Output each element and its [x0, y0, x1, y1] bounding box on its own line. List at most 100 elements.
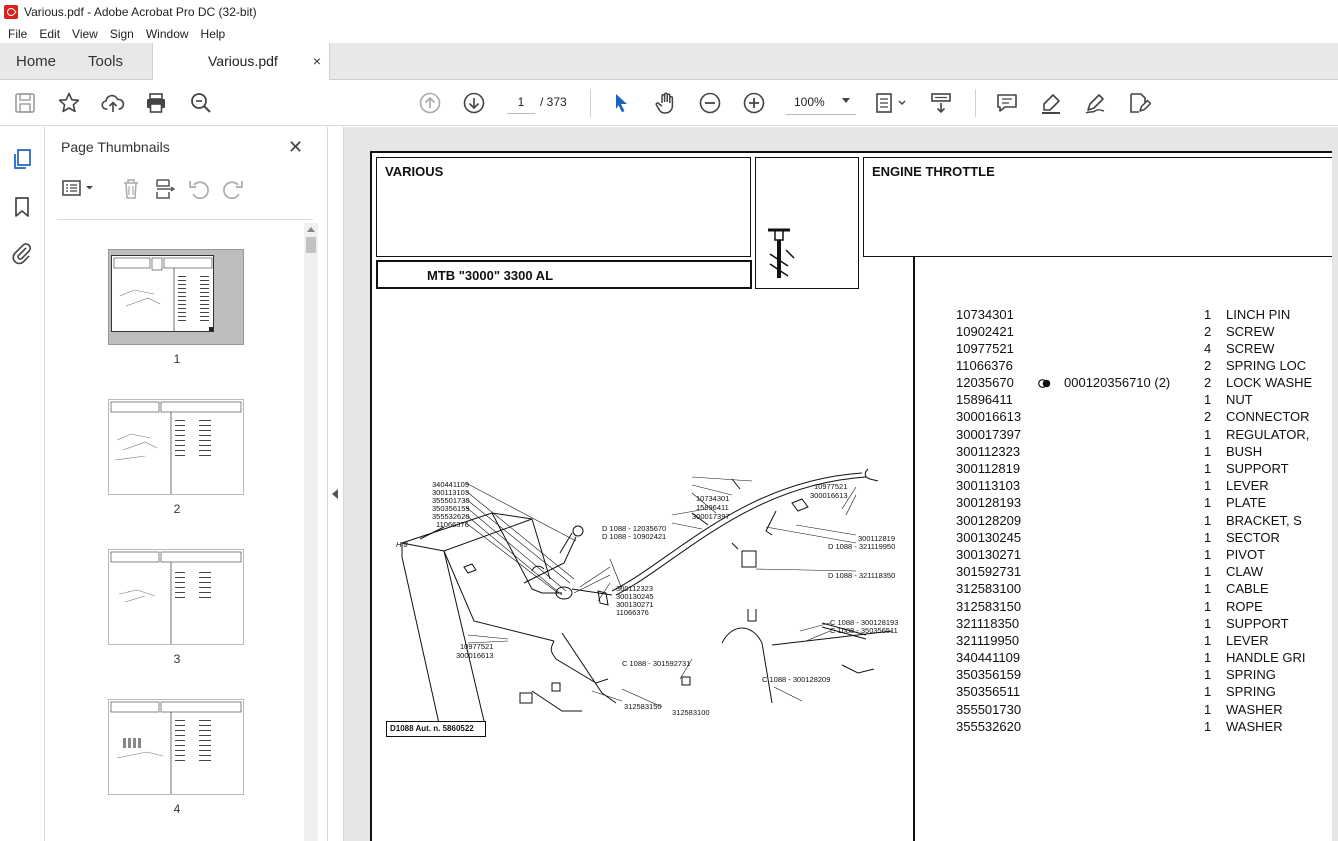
- upload-icon[interactable]: [101, 91, 125, 115]
- tab-home[interactable]: Home: [16, 43, 56, 80]
- toolbar: [0, 80, 1338, 126]
- part-qty: 1: [1204, 307, 1212, 322]
- search-zoom-icon[interactable]: [189, 91, 213, 115]
- part-desc: ROPE: [1226, 599, 1263, 614]
- part-number: 12035670: [956, 375, 1014, 390]
- scroll-mode-icon[interactable]: [929, 91, 953, 115]
- rotate-left-icon[interactable]: [187, 177, 211, 201]
- tab-tools[interactable]: Tools: [88, 43, 123, 80]
- attachment-icon[interactable]: [10, 241, 34, 265]
- part-number: 300017397: [956, 427, 1022, 442]
- thumbnail-page-4[interactable]: 4: [108, 699, 244, 816]
- pdf-page: VARIOUS MTB "3000" 3300 AL ENGINE THROTT…: [370, 151, 1338, 841]
- callout: 300017397: [692, 512, 730, 521]
- zoom-dropdown[interactable]: 100%: [786, 89, 856, 115]
- callout: D 1088 - 321119950: [828, 542, 895, 551]
- thumbnail-page-3[interactable]: 3: [108, 549, 244, 666]
- callout-labels: 340441109 300113103 355501730 350356159 …: [396, 480, 898, 717]
- part-desc: SECTOR: [1226, 530, 1280, 545]
- panel-splitter[interactable]: [328, 127, 344, 841]
- print-icon[interactable]: [144, 91, 168, 115]
- part-number: 312583100: [956, 581, 1022, 596]
- options-menu-icon[interactable]: [61, 177, 97, 201]
- cursor-icon[interactable]: [609, 91, 633, 115]
- fill-sign-icon[interactable]: [1127, 91, 1152, 115]
- menu-file[interactable]: File: [0, 27, 33, 41]
- part-qty: 1: [1204, 461, 1212, 476]
- hand-icon[interactable]: [654, 91, 678, 115]
- bookmark-icon[interactable]: [10, 195, 34, 219]
- zoom-out-icon[interactable]: [698, 91, 722, 115]
- menu-help[interactable]: Help: [195, 27, 232, 41]
- thumbnail-sketch: [110, 551, 242, 644]
- scroll-up-icon[interactable]: [307, 227, 315, 232]
- callout: C 1088 - 300128209: [762, 675, 830, 684]
- callout: 300016613: [810, 491, 848, 500]
- part-desc: SUPPORT: [1226, 461, 1289, 476]
- part-qty: 2: [1204, 324, 1212, 339]
- arrow-up-circle-icon[interactable]: [418, 91, 442, 115]
- highlight-icon[interactable]: [1039, 91, 1063, 115]
- part-number: 350356159: [956, 667, 1022, 682]
- thumbnail-label: 3: [173, 652, 181, 666]
- title-box: ENGINE THROTTLE: [863, 157, 1338, 257]
- page-fit-icon[interactable]: [874, 91, 908, 115]
- pen-icon[interactable]: [1083, 91, 1107, 115]
- column-divider: [913, 257, 915, 841]
- menu-bar: File Edit View Sign Window Help: [0, 24, 1338, 43]
- part-desc: BUSH: [1226, 444, 1263, 459]
- callout: 15896411: [696, 503, 729, 512]
- thumbnail-label: 2: [173, 502, 181, 516]
- page-thumbnails-icon[interactable]: [10, 147, 34, 171]
- arrow-down-circle-icon[interactable]: [462, 91, 486, 115]
- part-qty: 1: [1204, 719, 1212, 734]
- thumbnail-preview: [109, 700, 243, 794]
- panel-title: Page Thumbnails: [61, 139, 170, 155]
- part-desc: HANDLE GRI: [1226, 650, 1306, 665]
- thumbnail-page-2[interactable]: 2: [108, 399, 244, 516]
- part-number: 300112819: [956, 461, 1021, 476]
- rotate-right-icon[interactable]: [221, 177, 245, 201]
- throttle-symbol-icon: [768, 228, 795, 278]
- menu-edit[interactable]: Edit: [33, 27, 66, 41]
- thumbnail-sketch: [110, 401, 242, 494]
- part-number: 10977521: [956, 341, 1014, 356]
- part-desc: CONNECTOR: [1226, 409, 1310, 424]
- callout: 10977521: [460, 642, 493, 651]
- callout: 11066376: [616, 608, 649, 617]
- save-icon[interactable]: [13, 91, 37, 115]
- thumbnail-sketch: [110, 701, 242, 794]
- tab-document[interactable]: Various.pdf ×: [152, 43, 330, 80]
- document-scrollbar[interactable]: [1332, 127, 1338, 841]
- close-icon[interactable]: ✕: [288, 137, 303, 158]
- part-number: 340441109: [956, 650, 1021, 665]
- acrobat-logo-icon: [4, 5, 18, 19]
- delete-icon[interactable]: [119, 177, 143, 201]
- part-desc: BRACKET, S: [1226, 513, 1302, 528]
- part-qty: 1: [1204, 513, 1212, 528]
- extract-pages-icon[interactable]: [153, 177, 177, 201]
- comment-icon[interactable]: [995, 91, 1019, 115]
- menu-view[interactable]: View: [66, 27, 104, 41]
- menu-sign[interactable]: Sign: [104, 27, 140, 41]
- callout: 11066376: [436, 520, 469, 529]
- collapse-panel-icon[interactable]: [332, 489, 338, 499]
- thumbnail-label: 1: [173, 352, 181, 366]
- toolbar-divider: [590, 89, 591, 117]
- scrollbar-handle[interactable]: [306, 237, 316, 253]
- tab-close-icon[interactable]: ×: [313, 43, 321, 80]
- page-number-input[interactable]: [507, 90, 535, 114]
- callout: 312583150: [624, 702, 662, 711]
- part-number: 11066376: [956, 358, 1013, 373]
- part-number: 300128209: [956, 513, 1022, 528]
- star-icon[interactable]: [57, 91, 81, 115]
- zoom-in-icon[interactable]: [742, 91, 766, 115]
- part-qty: 4: [1204, 341, 1212, 356]
- thumbnail-page-1[interactable]: 1: [108, 249, 244, 366]
- thumbnail-scrollbar[interactable]: [304, 223, 318, 841]
- window-title: Various.pdf - Adobe Acrobat Pro DC (32-b…: [24, 5, 257, 19]
- part-qty: 1: [1204, 650, 1212, 665]
- menu-window[interactable]: Window: [140, 27, 195, 41]
- document-viewer[interactable]: VARIOUS MTB "3000" 3300 AL ENGINE THROTT…: [344, 127, 1338, 841]
- part-number: 355501730: [956, 702, 1022, 717]
